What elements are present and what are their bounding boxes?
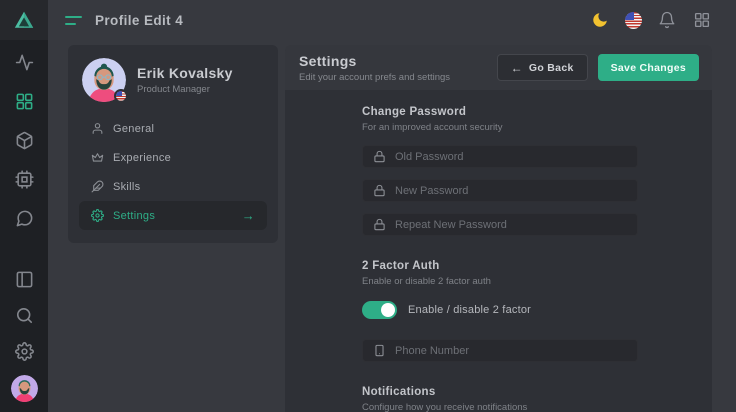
icon-rail xyxy=(0,0,48,412)
activity-icon[interactable] xyxy=(12,50,36,74)
menu-item-settings[interactable]: Settings → xyxy=(79,201,267,230)
rail-bottom-icons xyxy=(11,267,38,402)
notifications-section: Notifications Configure how you receive … xyxy=(362,386,638,412)
old-password-field[interactable] xyxy=(362,145,638,168)
arrow-left-icon: ← xyxy=(511,62,523,74)
toggle-knob xyxy=(381,303,395,317)
user-name: Erik Kovalsky xyxy=(137,65,233,81)
lock-icon xyxy=(373,218,386,231)
old-password-input[interactable] xyxy=(395,151,627,163)
user-icon xyxy=(91,122,104,135)
lock-icon xyxy=(373,150,386,163)
change-password-section: Change Password For an improved account … xyxy=(362,106,638,236)
settings-body: Change Password For an improved account … xyxy=(285,90,712,412)
menu-item-general[interactable]: General xyxy=(79,114,267,143)
section-subtitle: Enable or disable 2 factor auth xyxy=(362,276,638,287)
apps-grid-icon[interactable] xyxy=(692,10,712,30)
settings-subtitle: Edit your account prefs and settings xyxy=(299,72,450,83)
topbar-actions xyxy=(590,10,712,30)
app-logo[interactable] xyxy=(0,0,48,40)
menu-item-experience[interactable]: Experience xyxy=(79,143,267,172)
moon-icon[interactable] xyxy=(590,10,610,30)
toggle-label: Enable / disable 2 factor xyxy=(408,304,531,316)
smartphone-icon xyxy=(373,344,386,357)
box-icon[interactable] xyxy=(12,128,36,152)
chat-icon[interactable] xyxy=(12,206,36,230)
search-icon[interactable] xyxy=(12,303,36,327)
repeat-password-field[interactable] xyxy=(362,213,638,236)
menu-item-label: Experience xyxy=(113,152,171,164)
phone-number-input[interactable] xyxy=(395,345,627,357)
profile-card: Erik Kovalsky Product Manager General Ex… xyxy=(68,45,278,243)
app-root: Profile Edit 4 Erik Kova xyxy=(0,0,736,412)
cpu-icon[interactable] xyxy=(12,167,36,191)
layout-sidebar-icon[interactable] xyxy=(12,267,36,291)
crown-icon xyxy=(91,151,104,164)
main-column: Profile Edit 4 Erik Kova xyxy=(48,0,736,412)
rail-user-avatar[interactable] xyxy=(11,375,38,402)
feather-icon xyxy=(91,180,104,193)
new-password-field[interactable] xyxy=(362,179,638,202)
menu-item-skills[interactable]: Skills xyxy=(79,172,267,201)
gear-icon[interactable] xyxy=(12,339,36,363)
two-factor-toggle[interactable] xyxy=(362,301,397,319)
repeat-password-input[interactable] xyxy=(395,219,627,231)
arrow-right-icon: → xyxy=(242,209,255,222)
rail-top-icons xyxy=(12,50,36,230)
dashboard-grid-icon[interactable] xyxy=(12,89,36,113)
topbar: Profile Edit 4 xyxy=(48,0,736,40)
bell-icon[interactable] xyxy=(657,10,677,30)
settings-title: Settings xyxy=(299,53,450,69)
profile-avatar[interactable] xyxy=(82,58,126,102)
go-back-button[interactable]: ← Go Back xyxy=(497,54,588,81)
us-flag-icon[interactable] xyxy=(625,12,642,29)
triangle-logo-icon xyxy=(13,9,35,31)
menu-toggle-icon[interactable] xyxy=(65,16,82,25)
section-title: Change Password xyxy=(362,106,638,118)
gear-icon xyxy=(91,209,104,222)
section-subtitle: For an improved account security xyxy=(362,122,638,133)
menu-item-label: General xyxy=(113,123,154,135)
profile-header: Erik Kovalsky Product Manager xyxy=(79,58,267,102)
settings-header: Settings Edit your account prefs and set… xyxy=(285,45,712,90)
content-area: Erik Kovalsky Product Manager General Ex… xyxy=(48,40,736,412)
two-factor-section: 2 Factor Auth Enable or disable 2 factor… xyxy=(362,260,638,362)
lock-icon xyxy=(373,184,386,197)
menu-item-label: Skills xyxy=(113,181,140,193)
menu-item-label: Settings xyxy=(113,210,155,222)
user-role: Product Manager xyxy=(137,84,233,95)
section-title: 2 Factor Auth xyxy=(362,260,638,272)
section-subtitle: Configure how you receive notifications xyxy=(362,402,638,412)
save-changes-button[interactable]: Save Changes xyxy=(598,54,699,81)
settings-panel: Settings Edit your account prefs and set… xyxy=(285,45,712,412)
profile-menu: General Experience Skills Settings → xyxy=(79,114,267,230)
new-password-input[interactable] xyxy=(395,185,627,197)
section-title: Notifications xyxy=(362,386,638,398)
phone-number-field[interactable] xyxy=(362,339,638,362)
two-factor-toggle-row: Enable / disable 2 factor xyxy=(362,301,638,319)
page-title: Profile Edit 4 xyxy=(95,13,183,28)
us-flag-badge-icon xyxy=(114,89,128,103)
